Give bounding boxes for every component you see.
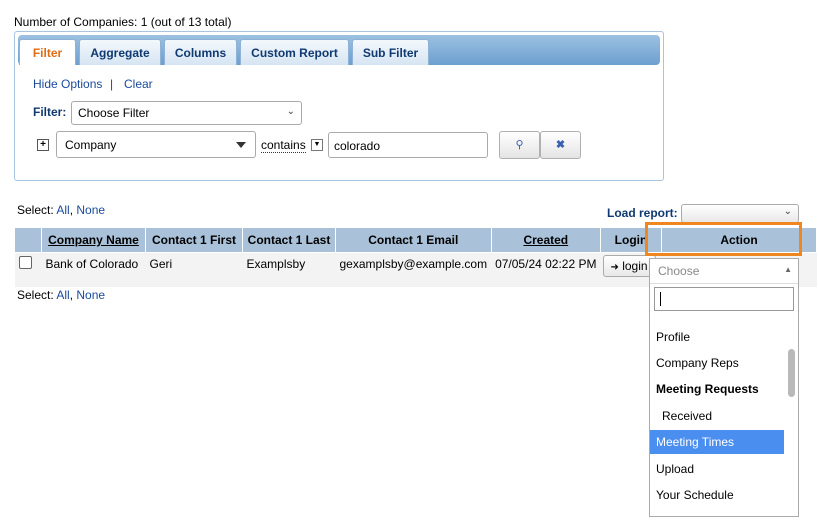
column-header-contact-last: Contact 1 Last	[242, 227, 336, 253]
action-option-company-reps[interactable]: Company Reps	[650, 351, 784, 375]
select-column-header	[14, 227, 42, 253]
filter-panel: Filter Aggregate Columns Custom Report S…	[14, 31, 664, 181]
select-all-link[interactable]: All	[56, 288, 69, 302]
chevron-down-icon: ⌄	[286, 106, 295, 117]
select-all-link[interactable]: All	[56, 203, 69, 217]
cell-created: 07/05/24 02:22 PM	[491, 252, 601, 287]
cell-last: Examplsby	[242, 252, 336, 287]
cell-first: Geri	[145, 252, 243, 287]
chevron-down-icon: ⌄	[783, 206, 792, 217]
column-header-contact-first: Contact 1 First	[145, 227, 243, 253]
hide-options-link[interactable]: Hide Options	[33, 77, 102, 91]
select-controls-bottom: Select: All, None	[17, 288, 106, 302]
scrollbar-thumb[interactable]	[788, 349, 795, 397]
action-option-upload[interactable]: Upload	[650, 457, 784, 481]
close-icon: ✖	[555, 139, 566, 151]
filter-label: Filter:	[33, 105, 67, 119]
column-header-contact-email: Contact 1 Email	[335, 227, 492, 253]
tab-filter[interactable]: Filter	[19, 39, 76, 65]
load-report-label: Load report:	[607, 206, 678, 220]
choose-filter-select[interactable]: Choose Filter ⌄	[71, 101, 302, 125]
column-header-created[interactable]: Created	[490, 227, 602, 253]
field-select[interactable]: Company	[56, 131, 256, 158]
action-option-profile[interactable]: Profile	[650, 325, 784, 349]
action-dropdown[interactable]: Choose ▲ Profile Company Reps Meeting Re…	[649, 258, 799, 517]
tab-bar: Filter Aggregate Columns Custom Report S…	[18, 35, 660, 65]
select-none-link[interactable]: None	[76, 288, 105, 302]
cell-email: gexamplsby@example.com	[335, 252, 492, 287]
column-header-company-name[interactable]: Company Name	[41, 227, 146, 253]
row-checkbox[interactable]	[18, 256, 32, 269]
operator-label: contains	[261, 138, 306, 153]
caret-up-icon: ▲	[784, 265, 792, 274]
action-option-received[interactable]: Received	[650, 404, 784, 428]
dropdown-scrollbar[interactable]	[786, 319, 798, 516]
company-count: Number of Companies: 1 (out of 13 total)	[14, 15, 232, 29]
search-icon: ⚲	[515, 139, 524, 151]
tab-columns[interactable]: Columns	[164, 39, 237, 65]
clear-filter-button[interactable]: ✖	[540, 131, 581, 159]
tab-aggregate[interactable]: Aggregate	[79, 39, 161, 65]
clear-link[interactable]: Clear	[124, 77, 153, 91]
caret-down-icon	[236, 142, 246, 148]
tab-custom-report[interactable]: Custom Report	[240, 39, 349, 65]
action-group-meeting-requests: Meeting Requests	[656, 382, 759, 396]
filter-value-input[interactable]: colorado	[328, 132, 488, 158]
search-button[interactable]: ⚲	[499, 131, 540, 159]
load-report-select[interactable]: ⌄	[681, 204, 799, 223]
options-separator: |	[110, 77, 114, 91]
action-search-input[interactable]	[654, 287, 794, 311]
action-select-display[interactable]: Choose ▲	[650, 259, 798, 284]
tab-sub-filter[interactable]: Sub Filter	[352, 39, 429, 65]
select-none-link[interactable]: None	[76, 203, 105, 217]
action-option-your-schedule[interactable]: Your Schedule	[650, 483, 784, 507]
login-button[interactable]: ➜ login	[602, 255, 656, 277]
action-header-highlight	[645, 222, 802, 256]
add-condition-icon[interactable]: +	[37, 139, 49, 151]
action-option-meeting-times[interactable]: Meeting Times	[650, 430, 784, 454]
cell-company: Bank of Colorado	[41, 252, 146, 287]
operator-dropdown-icon[interactable]: ▼	[311, 139, 323, 151]
login-icon: ➜	[610, 262, 619, 273]
select-controls-top: Select: All, None	[17, 203, 106, 217]
